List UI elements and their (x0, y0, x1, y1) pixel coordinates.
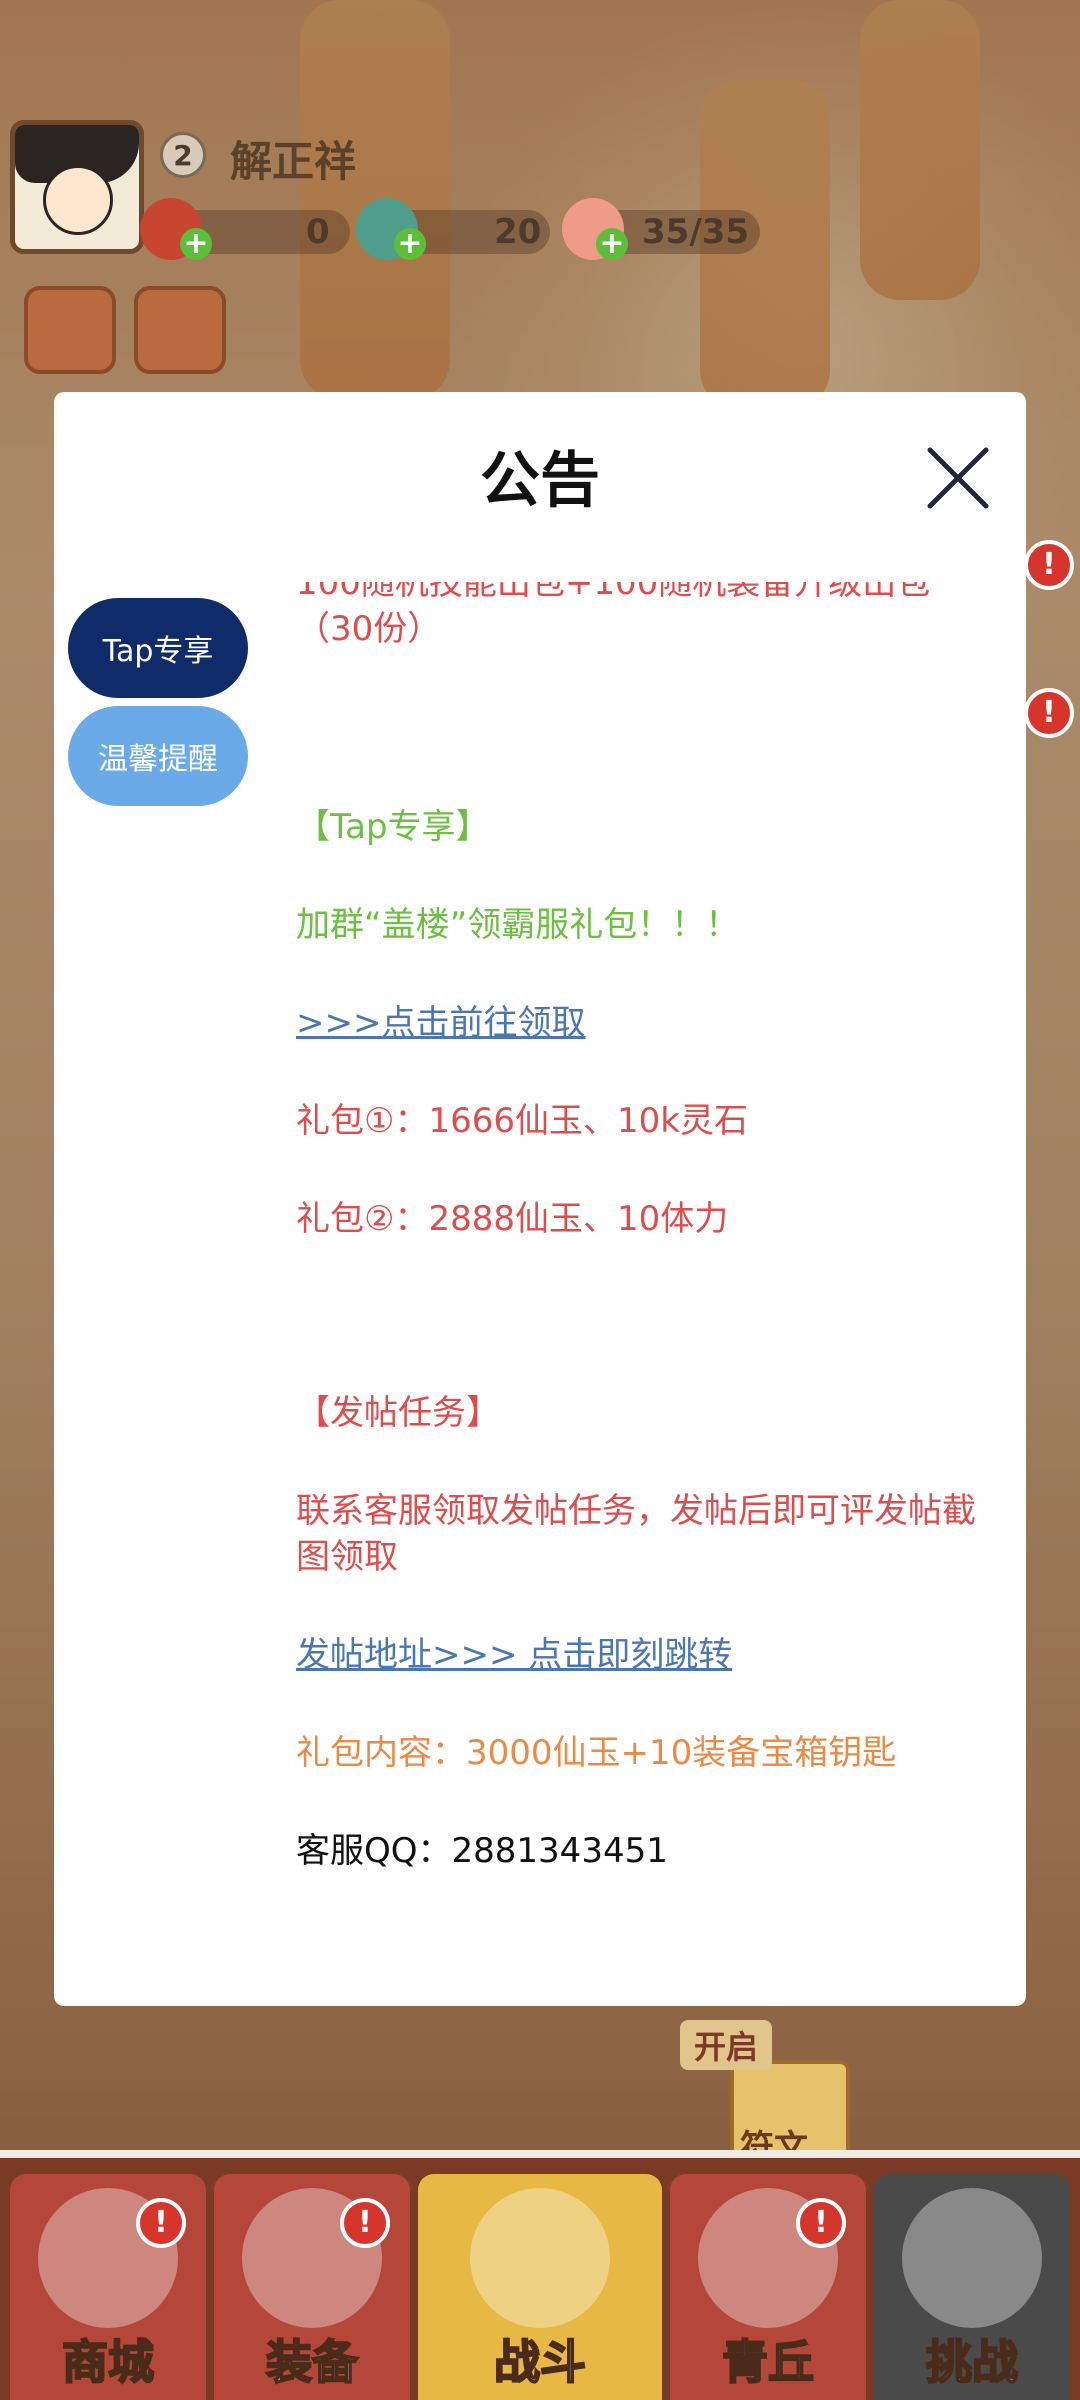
tab-tap-exclusive[interactable]: Tap专享 (68, 598, 248, 698)
service-qq-text: 客服QQ：2881343451 (296, 1831, 668, 1871)
add-resource-3-button[interactable]: + (596, 228, 628, 260)
nav-qingqiu-badge: ! (796, 2198, 846, 2248)
challenge-orb-icon (902, 2188, 1042, 2328)
player-name: 解正祥 (230, 137, 357, 186)
join-group-text: 加群“盖楼”领霸服礼包！！！ (296, 905, 740, 945)
claim-link[interactable]: >>>点击前往领取 (296, 1000, 996, 1046)
nav-shop-badge: ! (136, 2198, 186, 2248)
post-address-link[interactable]: 发帖地址>>> 点击即刻跳转 (296, 1632, 996, 1678)
section-header-post: 【发帖任务】 (296, 1393, 500, 1433)
announcement-modal: 公告 Tap专享 温馨提醒 100随机技能出包+100随机装备升级出包 （30份… (54, 392, 1026, 2006)
nav-equipment[interactable]: 装备 ! (214, 2174, 410, 2400)
section-header-tap: 【Tap专享】 (296, 807, 490, 847)
side-alert-badge-2: ! (1024, 688, 1074, 738)
modal-title: 公告 (480, 446, 600, 516)
gift-1-text: 礼包①：1666仙玉、10k灵石 (296, 1101, 748, 1141)
side-alert-badge-1: ! (1024, 540, 1074, 590)
bottom-navigation: 商城 ! 装备 ! 战斗 青丘 ! 挑战 (0, 2150, 1080, 2400)
nav-shop[interactable]: 商城 ! (10, 2174, 206, 2400)
tab-warm-reminder[interactable]: 温馨提醒 (68, 706, 248, 806)
announcement-text-cut: 100随机技能出包+100随机装备升级出包 (296, 582, 931, 603)
close-icon (927, 447, 989, 509)
card-menu-button[interactable] (24, 286, 116, 374)
rune-unlock-button[interactable]: 开启 符文 (680, 2020, 880, 2168)
nav-challenge[interactable]: 挑战 (874, 2174, 1070, 2400)
gift-content-text: 礼包内容：3000仙玉+10装备宝箱钥匙 (296, 1733, 897, 1773)
announcement-text-quantity: （30份） (296, 609, 442, 649)
add-resource-1-button[interactable]: + (180, 228, 212, 260)
nav-battle[interactable]: 战斗 (418, 2174, 662, 2400)
crossed-swords-icon (470, 2188, 610, 2328)
player-level-badge: 2 (160, 132, 206, 178)
unlock-ribbon: 开启 (680, 2020, 773, 2070)
nav-qingqiu[interactable]: 青丘 ! (670, 2174, 866, 2400)
resource-value-1: 0 (306, 212, 330, 252)
post-task-text: 联系客服领取发帖任务，发帖后即可评发帖截图领取 (296, 1491, 976, 1577)
resource-value-2: 20 (494, 212, 542, 252)
resource-value-3: 35/35 (642, 212, 750, 252)
add-resource-2-button[interactable]: + (394, 228, 426, 260)
gift-2-text: 礼包②：2888仙玉、10体力 (296, 1199, 729, 1239)
player-avatar[interactable] (10, 120, 144, 254)
announcement-content[interactable]: 100随机技能出包+100随机装备升级出包 （30份） 【Tap专享】 加群“盖… (296, 582, 996, 1942)
settings-gear-button[interactable] (134, 286, 226, 374)
close-button[interactable] (924, 444, 992, 512)
nav-equipment-badge: ! (340, 2198, 390, 2248)
